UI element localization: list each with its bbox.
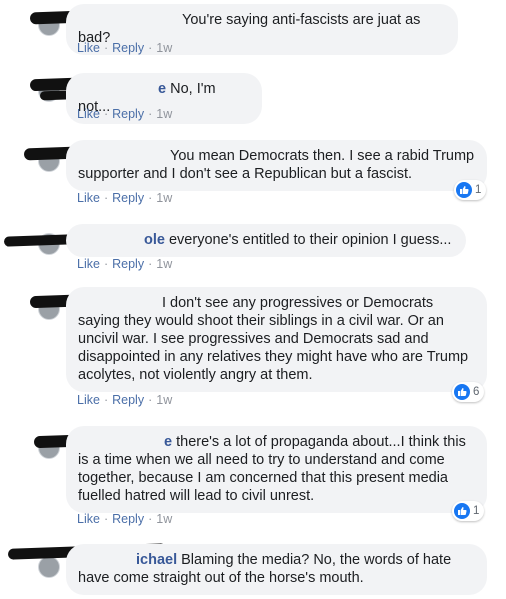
reply-link[interactable]: Reply xyxy=(112,512,144,526)
comment-author[interactable]: ichael xyxy=(136,552,177,568)
like-link[interactable]: Like xyxy=(77,107,100,121)
like-link[interactable]: Like xyxy=(77,393,100,407)
comment-actions: Like · Reply · 1w xyxy=(77,393,172,407)
avatar[interactable] xyxy=(38,556,60,578)
separator: · xyxy=(103,512,109,526)
comment-author[interactable]: ole xyxy=(144,232,165,248)
reaction-count[interactable]: 6 xyxy=(452,382,485,402)
comment-text: You mean Democrats then. I see a rabid T… xyxy=(78,148,475,182)
like-link[interactable]: Like xyxy=(77,191,100,205)
reaction-count-value: 1 xyxy=(473,505,480,517)
reply-link[interactable]: Reply xyxy=(112,257,144,271)
comment-text: I don't see any progressives or Democrat… xyxy=(78,295,469,383)
separator: · xyxy=(103,107,109,121)
comment-text: there's a lot of propaganda about...I th… xyxy=(78,434,466,504)
separator: · xyxy=(148,191,153,205)
separator: · xyxy=(148,41,153,55)
comment-text: everyone's entitled to their opinion I g… xyxy=(168,232,452,248)
timestamp[interactable]: 1w xyxy=(156,41,172,55)
thumbs-up-icon xyxy=(454,503,470,519)
comment-author[interactable]: e xyxy=(158,81,166,97)
reaction-count[interactable]: 1 xyxy=(452,501,485,521)
reaction-count-value: 1 xyxy=(475,184,482,196)
comment-actions: Like · Reply · 1w xyxy=(77,41,172,55)
separator: · xyxy=(103,191,109,205)
separator: · xyxy=(148,393,153,407)
separator: · xyxy=(148,257,153,271)
timestamp[interactable]: 1w xyxy=(156,512,172,526)
timestamp[interactable]: 1w xyxy=(156,107,172,121)
comment-actions: Like · Reply · 1w xyxy=(77,107,172,121)
comment-thread: You're saying anti-fascists are juat as … xyxy=(0,0,506,599)
comment-bubble: ole everyone's entitled to their opinion… xyxy=(66,224,466,257)
comment-actions: Like · Reply · 1w xyxy=(77,191,172,205)
reaction-count-value: 6 xyxy=(473,386,480,398)
thumbs-up-icon xyxy=(456,182,472,198)
separator: · xyxy=(103,393,109,407)
comment-bubble: You mean Democrats then. I see a rabid T… xyxy=(66,140,487,191)
reply-link[interactable]: Reply xyxy=(112,41,144,55)
comment-author[interactable]: e xyxy=(164,434,172,450)
separator: · xyxy=(148,512,153,526)
comment-actions: Like · Reply · 1w xyxy=(77,512,172,526)
separator: · xyxy=(103,257,109,271)
reply-link[interactable]: Reply xyxy=(112,393,144,407)
comment-text: Blaming the media? No, the words of hate… xyxy=(78,552,452,586)
reaction-count[interactable]: 1 xyxy=(454,180,487,200)
reply-link[interactable]: Reply xyxy=(112,191,144,205)
like-link[interactable]: Like xyxy=(77,512,100,526)
like-link[interactable]: Like xyxy=(77,41,100,55)
separator: · xyxy=(103,41,109,55)
timestamp[interactable]: 1w xyxy=(156,393,172,407)
comment-bubble: e there's a lot of propaganda about...I … xyxy=(66,426,487,513)
like-link[interactable]: Like xyxy=(77,257,100,271)
comment-bubble: I don't see any progressives or Democrat… xyxy=(66,287,487,392)
thumbs-up-icon xyxy=(454,384,470,400)
timestamp[interactable]: 1w xyxy=(156,257,172,271)
comment-actions: Like · Reply · 1w xyxy=(77,257,172,271)
comment-bubble: ichael Blaming the media? No, the words … xyxy=(66,544,487,595)
timestamp[interactable]: 1w xyxy=(156,191,172,205)
reply-link[interactable]: Reply xyxy=(112,107,144,121)
separator: · xyxy=(148,107,153,121)
